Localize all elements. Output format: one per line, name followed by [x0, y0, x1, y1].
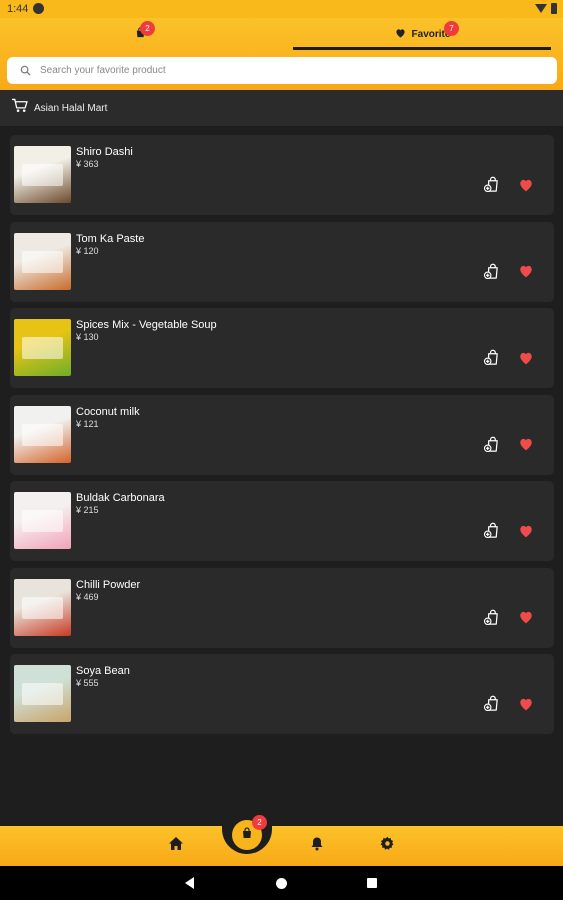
- product-card[interactable]: Coconut milk ¥ 121: [10, 394, 554, 475]
- add-to-cart-button[interactable]: [481, 436, 501, 458]
- product-image: [14, 578, 71, 636]
- product-image-label: [22, 423, 63, 446]
- status-indicators: [535, 3, 557, 14]
- product-image: [14, 232, 71, 290]
- product-card[interactable]: Spices Mix - Vegetable Soup ¥ 130: [10, 308, 554, 388]
- active-tab-indicator: [293, 47, 551, 50]
- favorite-count-badge: 7: [444, 21, 459, 36]
- heart-filled-icon: [518, 610, 534, 629]
- status-time: 1:44: [7, 3, 29, 15]
- add-to-cart-icon: [483, 522, 500, 544]
- add-to-cart-icon: [483, 695, 500, 717]
- product-card[interactable]: Chilli Powder ¥ 469: [10, 567, 554, 648]
- nav-notifications[interactable]: [307, 836, 327, 856]
- product-price: ¥ 130: [76, 332, 99, 342]
- recents-icon[interactable]: [367, 878, 377, 888]
- home-circle-icon[interactable]: [276, 878, 287, 889]
- back-icon[interactable]: [185, 877, 194, 889]
- product-image: [14, 319, 71, 376]
- add-to-cart-button[interactable]: [481, 522, 501, 544]
- favorite-button[interactable]: [516, 610, 536, 630]
- search-bar[interactable]: [7, 57, 557, 84]
- shopping-bag-icon: [241, 826, 253, 844]
- add-to-cart-button[interactable]: [481, 695, 501, 717]
- product-image-label: [22, 683, 63, 705]
- add-to-cart-icon: [483, 176, 500, 198]
- heart-icon: [395, 28, 406, 41]
- favorite-button[interactable]: [516, 523, 536, 543]
- heart-filled-icon: [518, 697, 534, 716]
- product-name: Buldak Carbonara: [76, 492, 165, 504]
- nav-settings[interactable]: [377, 836, 397, 856]
- product-price: ¥ 121: [76, 418, 99, 429]
- add-to-cart-button[interactable]: [481, 609, 501, 631]
- product-card[interactable]: Soya Bean ¥ 555: [10, 654, 554, 734]
- store-bar: Asian Halal Mart: [0, 90, 563, 126]
- product-image-label: [22, 596, 63, 619]
- product-card[interactable]: Tom Ka Paste ¥ 120: [10, 221, 554, 302]
- add-to-cart-icon: [483, 436, 500, 458]
- product-image-label: [22, 510, 63, 532]
- favorite-button[interactable]: [516, 264, 536, 284]
- tab-bag[interactable]: 2: [0, 18, 281, 50]
- product-image-label: [22, 250, 63, 273]
- product-name: Soya Bean: [76, 665, 130, 677]
- product-image-label: [22, 337, 63, 359]
- heart-filled-icon: [518, 351, 534, 370]
- product-name: Coconut milk: [76, 405, 140, 418]
- add-to-cart-button[interactable]: [481, 176, 501, 198]
- product-image: [14, 665, 71, 722]
- add-to-cart-icon: [483, 263, 500, 285]
- heart-filled-icon: [518, 524, 534, 543]
- favorite-button[interactable]: [516, 177, 536, 197]
- product-card[interactable]: Buldak Carbonara ¥ 215: [10, 481, 554, 561]
- bell-icon: [310, 836, 324, 856]
- cart-icon: [11, 98, 28, 118]
- product-price: ¥ 469: [76, 591, 99, 602]
- home-icon: [168, 836, 184, 856]
- add-to-cart-button[interactable]: [481, 349, 501, 371]
- nav-cart[interactable]: 2: [232, 815, 267, 850]
- top-header: 2 Favorite 7: [0, 18, 563, 90]
- product-name: Chilli Powder: [76, 578, 141, 591]
- app-notification-icon: [33, 3, 44, 14]
- gear-icon: [380, 836, 395, 856]
- product-image: [14, 146, 71, 203]
- search-icon: [12, 65, 38, 76]
- favorite-button[interactable]: [516, 437, 536, 457]
- product-name: Tom Ka Paste: [76, 232, 145, 245]
- cart-count-badge: 2: [252, 815, 267, 830]
- tab-favorite[interactable]: Favorite 7: [282, 18, 563, 50]
- bag-count-badge: 2: [140, 21, 155, 36]
- add-to-cart-button[interactable]: [481, 263, 501, 285]
- favorite-button[interactable]: [516, 350, 536, 370]
- product-price: ¥ 215: [76, 505, 99, 515]
- heart-filled-icon: [518, 178, 534, 197]
- product-image: [14, 492, 71, 549]
- system-nav-bar: [0, 866, 563, 900]
- status-bar: 1:44: [0, 0, 563, 18]
- product-price: ¥ 363: [76, 159, 99, 169]
- add-to-cart-icon: [483, 609, 500, 631]
- bottom-nav: 2: [0, 815, 563, 866]
- search-input[interactable]: [40, 65, 557, 76]
- product-price: ¥ 120: [76, 245, 99, 256]
- favorite-button[interactable]: [516, 696, 536, 716]
- product-image: [14, 405, 71, 463]
- product-name: Spices Mix - Vegetable Soup: [76, 319, 217, 331]
- wifi-icon: [535, 4, 547, 13]
- product-image-label: [22, 164, 63, 186]
- product-card[interactable]: Shiro Dashi ¥ 363: [10, 135, 554, 215]
- product-name: Shiro Dashi: [76, 146, 133, 158]
- battery-icon: [551, 3, 557, 14]
- add-to-cart-icon: [483, 349, 500, 371]
- heart-filled-icon: [518, 264, 534, 283]
- product-price: ¥ 555: [76, 678, 99, 688]
- heart-filled-icon: [518, 437, 534, 456]
- nav-home[interactable]: [166, 836, 186, 856]
- store-name: Asian Halal Mart: [34, 102, 108, 114]
